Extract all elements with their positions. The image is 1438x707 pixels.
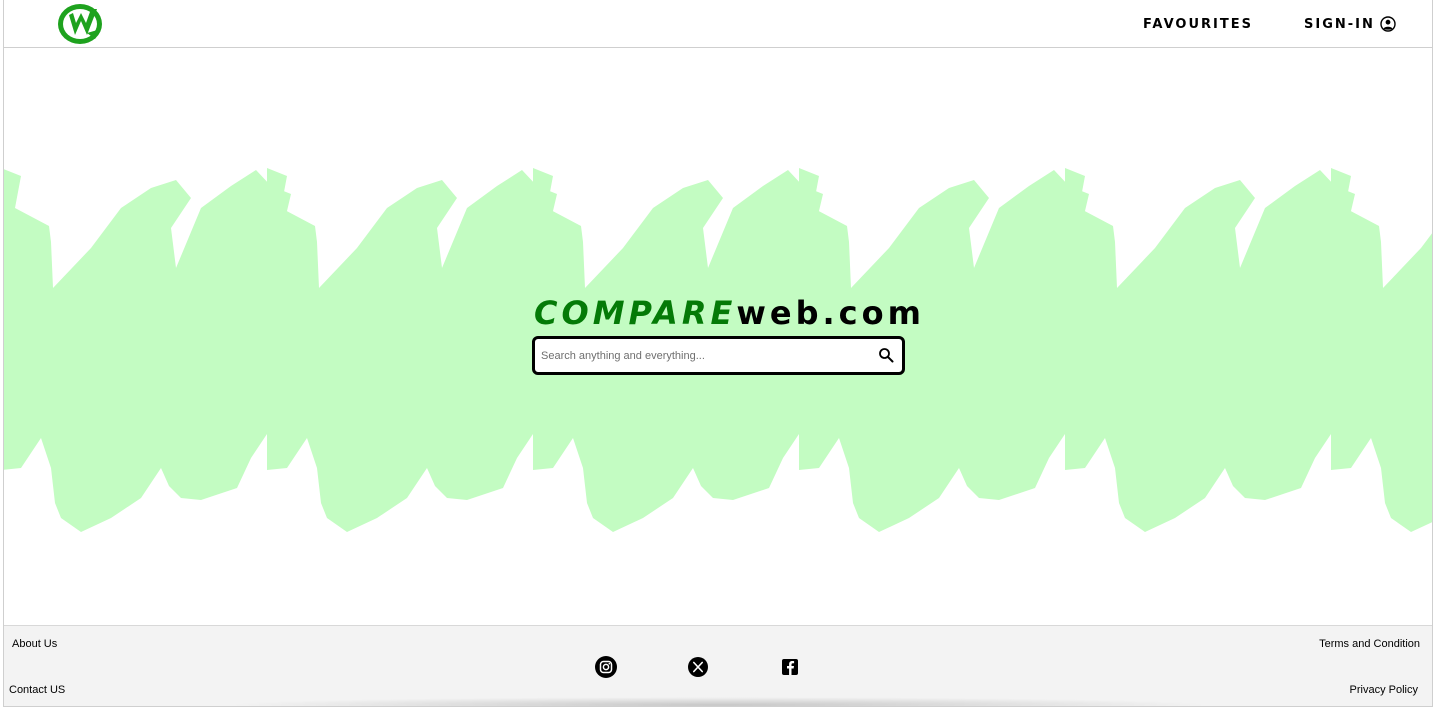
terms-link[interactable]: Terms and Condition — [1319, 638, 1420, 650]
favourites-link[interactable]: FAVOURITES — [1143, 17, 1253, 32]
search-input[interactable] — [541, 345, 861, 367]
x-icon[interactable] — [687, 656, 709, 678]
brand-title-web: web.com — [736, 294, 925, 332]
brand-title: COMPAREweb.com — [534, 294, 925, 332]
contact-us-link[interactable]: Contact US — [9, 684, 65, 696]
hero-section: COMPAREweb.com — [4, 48, 1432, 625]
sign-in-label: SIGN-IN — [1304, 16, 1375, 32]
page-footer: About Us Contact US Terms and Condition … — [4, 625, 1432, 706]
brand-title-compare: COMPARE — [534, 294, 737, 332]
search-icon[interactable] — [878, 347, 894, 363]
top-header: FAVOURITES SIGN-IN — [4, 0, 1432, 48]
cw-logo-icon[interactable] — [57, 3, 107, 45]
about-us-link[interactable]: About Us — [12, 638, 57, 650]
user-circle-icon — [1380, 16, 1396, 32]
footer-shadow — [224, 697, 1214, 706]
sign-in-link[interactable]: SIGN-IN — [1304, 16, 1396, 32]
facebook-icon[interactable] — [779, 656, 801, 678]
search-box — [532, 336, 905, 375]
page-frame: FAVOURITES SIGN-IN COMPAREweb.com Search… — [3, 0, 1433, 707]
privacy-policy-link[interactable]: Privacy Policy — [1350, 684, 1418, 696]
instagram-icon[interactable] — [595, 656, 617, 678]
